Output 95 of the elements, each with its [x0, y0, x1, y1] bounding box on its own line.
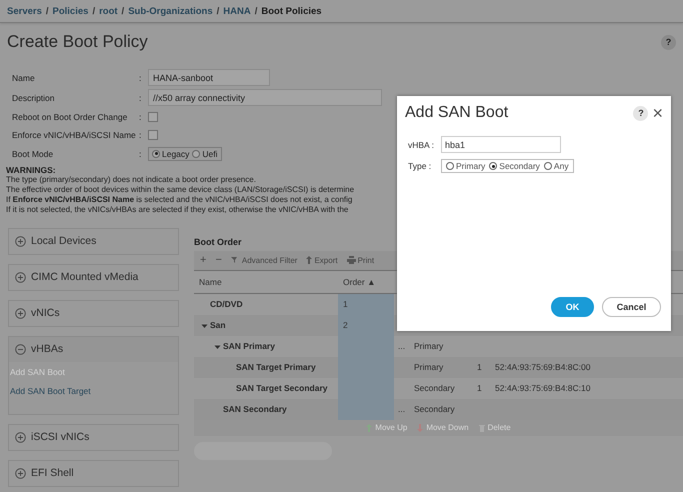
radio-button[interactable] [192, 150, 200, 158]
field-label: Reboot on Boot Order Change [12, 112, 128, 122]
colon: : [139, 72, 142, 82]
breadcrumb-separator: / [92, 6, 96, 16]
column-header[interactable]: Name [194, 276, 338, 286]
tree-row-name: CD/DVD [210, 299, 243, 309]
section-label: Local Devices [31, 235, 96, 247]
breadcrumb-link[interactable]: root [99, 6, 118, 16]
warning-text: If Enforce vNIC/vHBA/iSCSI Name is selected and the vNIC/vHBA/iSCSI does not exist, a config [6, 194, 352, 204]
add-button[interactable]: + [200, 254, 206, 266]
order-cell [338, 398, 394, 420]
radio-button[interactable] [152, 150, 160, 158]
caret-icon[interactable] [214, 342, 221, 350]
vhba-field[interactable]: hba1 [441, 136, 561, 153]
table-cell: ... [398, 404, 406, 414]
table-cell: ... [398, 341, 406, 351]
section-label: CIMC Mounted vMedia [31, 271, 138, 283]
radio-label: Uefi [202, 148, 218, 159]
filter-button[interactable]: Advanced Filter [230, 256, 298, 264]
colon: : [139, 148, 142, 159]
field-label: Name [12, 72, 36, 82]
arrow-up-icon [306, 256, 312, 264]
table-cell: Secondary [414, 383, 455, 393]
radio-button[interactable] [544, 162, 552, 170]
table-cell: Primary [414, 362, 444, 372]
checkbox[interactable] [148, 130, 158, 140]
printer-icon [346, 256, 356, 264]
tree-row-name: SAN Target Secondary [236, 383, 328, 393]
section-label: EFI Shell [31, 467, 74, 479]
checkbox[interactable] [148, 112, 158, 122]
page-title: Create Boot Policy [7, 32, 148, 52]
table-row[interactable]: SAN Secondary ... Secondary [194, 398, 683, 420]
table-row[interactable]: SAN Target Primary Primary 1 52:4A:93:75:69:B4:8C:00 [194, 356, 683, 378]
order-cell: 1 [338, 294, 394, 314]
radio-button[interactable] [446, 162, 454, 170]
table-cell: Secondary [414, 404, 455, 414]
warning-text: If it is not selected, the vNICs/vHBAs are selected if they exist, otherwise the vNIC/vHBA with the [6, 204, 348, 214]
tree-row-name: SAN Primary [223, 341, 275, 351]
remove-button[interactable]: − [215, 254, 222, 266]
breadcrumb-link[interactable]: HANA [223, 6, 251, 16]
section-label: vNICs [31, 307, 60, 319]
add-link[interactable]: Add SAN Boot Target [10, 386, 91, 396]
tree-row-name: San [210, 320, 226, 330]
arrow-down-icon [417, 424, 424, 432]
breadcrumb-separator: / [122, 6, 124, 16]
export-button[interactable]: Export [306, 256, 338, 264]
help-button[interactable]: ? [661, 34, 676, 50]
warning-text: The type (primary/secondary) does not indicate a boot order presence. [6, 174, 256, 184]
table-row[interactable]: SAN Primary ... Primary [194, 336, 683, 356]
caret-icon[interactable] [201, 322, 208, 328]
table-cell: 1 [477, 383, 482, 393]
name-field[interactable]: HANA-sanboot [148, 69, 270, 86]
tree-row-name: SAN Target Primary [236, 362, 316, 372]
table-cell: 52:4A:93:75:69:B4:8C:10 [495, 383, 590, 393]
warning-text: The effective order of boot devices within the same device class (LAN/Storage/iSCSI) is determine [6, 184, 354, 194]
device-section-header[interactable]: vHBAs [9, 336, 178, 362]
colon: : [139, 112, 142, 122]
tree-row-name: SAN Secondary [223, 404, 287, 414]
field-label: Description [12, 92, 56, 102]
close-button[interactable]: × [652, 105, 663, 121]
breadcrumb-separator: / [254, 6, 258, 16]
colon: : [139, 92, 142, 102]
section-label: iSCSI vNICs [31, 431, 90, 443]
radio-label: Primary [456, 161, 486, 171]
breadcrumb-separator: / [216, 6, 220, 16]
radio-button[interactable] [489, 162, 498, 170]
breadcrumb-link[interactable]: Policies [52, 6, 88, 16]
field-label: Type : [408, 161, 432, 171]
section-label: vHBAs [31, 343, 64, 355]
field-label: vHBA : [408, 140, 435, 150]
breadcrumb-link[interactable]: Servers [7, 6, 42, 16]
radio-label: Any [554, 161, 569, 171]
breadcrumb-link[interactable]: Sub-Organizations [128, 6, 213, 16]
filter-icon [230, 256, 240, 264]
description-field[interactable]: //x50 array connectivity [148, 89, 382, 106]
radio-label: Legacy [162, 148, 190, 159]
help-button[interactable]: ? [633, 106, 648, 120]
table-row[interactable]: SAN Target Secondary Secondary 1 52:4A:93:75:69:B4:8C:10 [194, 378, 683, 398]
print-button[interactable]: Print [346, 256, 374, 264]
colon: : [139, 130, 142, 140]
warnings-title: WARNINGS: [6, 164, 56, 174]
order-cell: 2 [338, 314, 394, 336]
field-label: Boot Mode [12, 148, 54, 159]
ok-button[interactable]: OK [551, 297, 594, 317]
boot-order-title: Boot Order [194, 236, 242, 246]
table-cell: 1 [477, 362, 482, 372]
table-cell: Primary [414, 341, 444, 351]
breadcrumb-separator: / [46, 6, 49, 16]
breadcrumb-current: Boot Policies [261, 6, 322, 16]
cancel-button[interactable]: Cancel [602, 297, 661, 317]
field-label: Enforce vNIC/vHBA/iSCSI Name [12, 130, 137, 140]
radio-label: Secondary [499, 161, 540, 171]
dialog-title: Add SAN Boot [405, 104, 508, 122]
table-cell: 52:4A:93:75:69:B4:8C:00 [495, 362, 590, 372]
column-header[interactable]: Order ▲ [338, 276, 394, 286]
